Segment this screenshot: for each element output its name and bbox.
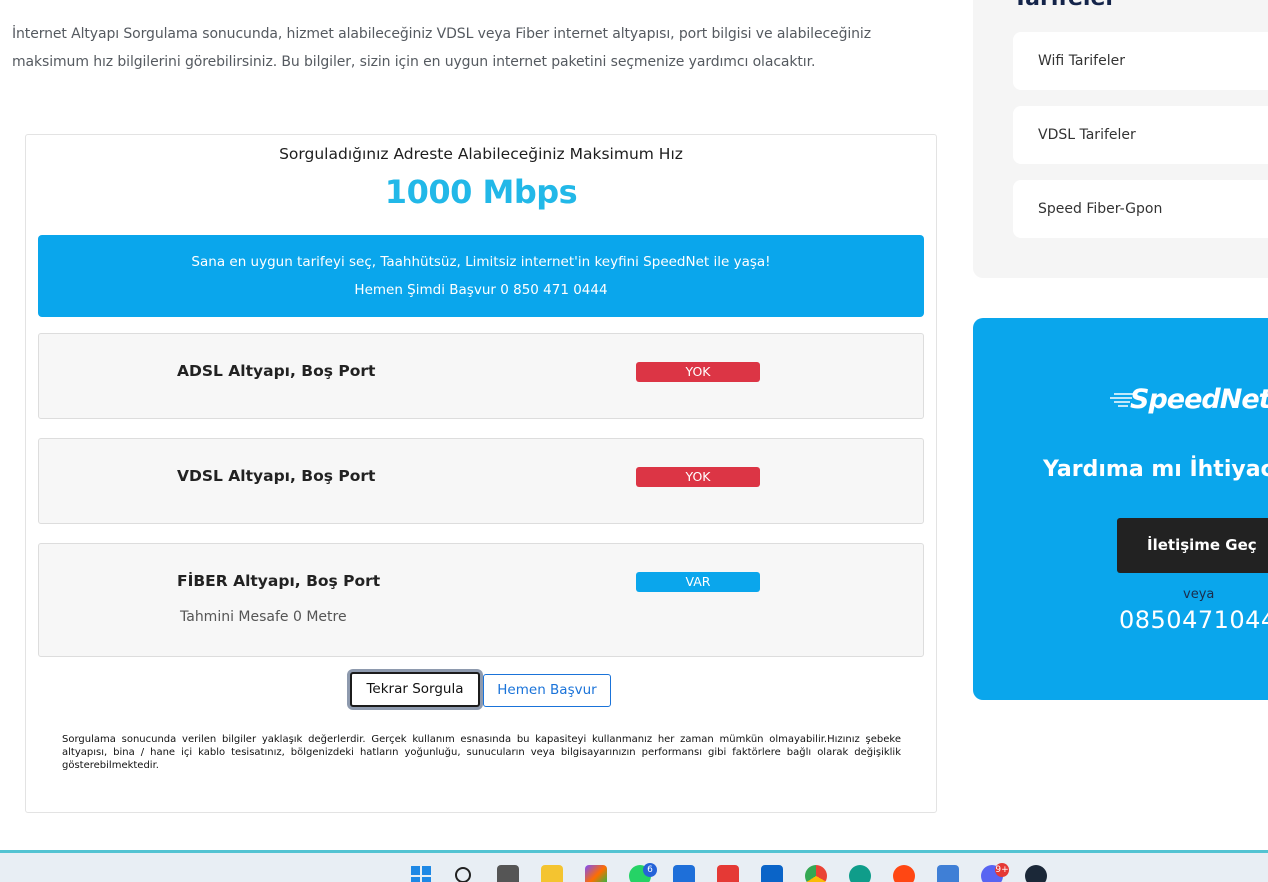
max-speed-value: 1000 Mbps xyxy=(384,173,578,211)
copilot-icon[interactable] xyxy=(585,865,607,882)
intro-line-1: İnternet Altyapı Sorgulama sonucunda, hi… xyxy=(12,26,871,42)
fiber-distance: Tahmini Mesafe 0 Metre xyxy=(180,609,347,625)
help-panel xyxy=(973,318,1268,700)
discord-badge: 9+ xyxy=(995,863,1009,877)
file-explorer-icon[interactable] xyxy=(541,865,563,882)
intro-text: İnternet Altyapı Sorgulama sonucunda, hi… xyxy=(12,20,912,76)
port-label-vdsl: VDSL Altyapı, Boş Port xyxy=(177,467,376,485)
chrome-icon[interactable] xyxy=(805,865,827,882)
store-icon[interactable] xyxy=(673,865,695,882)
search-icon[interactable] xyxy=(453,865,475,882)
status-badge-vdsl: YOK xyxy=(636,467,760,487)
whatsapp-badge: 6 xyxy=(643,863,657,877)
apply-now-button[interactable]: Hemen Başvur xyxy=(483,674,611,707)
max-speed-title: Sorguladığınız Adreste Alabileceğiniz Ma… xyxy=(279,145,683,163)
ea-icon[interactable] xyxy=(893,865,915,882)
port-row-vdsl: VDSL Altyapı, Boş Port YOK xyxy=(38,438,924,524)
windows-start-icon[interactable] xyxy=(410,865,432,882)
sidebar-item-vdsl[interactable]: VDSL Tarifeler xyxy=(1013,106,1268,164)
anydesk-icon[interactable] xyxy=(717,865,739,882)
sidebar-item-wifi[interactable]: Wifi Tarifeler xyxy=(1013,32,1268,90)
query-again-button[interactable]: Tekrar Sorgula xyxy=(350,672,480,707)
contact-button[interactable]: İletişime Geç xyxy=(1117,518,1268,573)
steam-icon[interactable] xyxy=(1025,865,1047,882)
outlook-icon[interactable] xyxy=(761,865,783,882)
status-badge-adsl: YOK xyxy=(636,362,760,382)
page: İnternet Altyapı Sorgulama sonucunda, hi… xyxy=(0,0,1268,882)
promo-line-1: Sana en uygun tarifeyi seç, Taahhütsüz, … xyxy=(191,254,771,270)
snipping-tool-icon[interactable] xyxy=(937,865,959,882)
port-label-fiber: FİBER Altyapı, Boş Port xyxy=(177,572,381,590)
promo-line-2: Hemen Şimdi Başvur 0 850 471 0444 xyxy=(354,282,608,298)
port-label-adsl: ADSL Altyapı, Boş Port xyxy=(177,362,376,380)
tariffs-heading: Tarifeler xyxy=(1013,0,1116,11)
speednet-logo: SpeedNet xyxy=(1130,384,1268,415)
task-view-icon[interactable] xyxy=(497,865,519,882)
intro-line-2: maksimum hız bilgilerini görebilirsiniz.… xyxy=(12,54,816,70)
or-text: veya xyxy=(1183,587,1215,602)
help-title: Yardıma mı İhtiyacınız xyxy=(1043,457,1268,482)
phone-number[interactable]: 08504710444 xyxy=(1119,606,1268,634)
port-row-fiber: FİBER Altyapı, Boş Port VAR Tahmini Mesa… xyxy=(38,543,924,657)
sidebar-item-fiber[interactable]: Speed Fiber-Gpon xyxy=(1013,180,1268,238)
taskbar: 6 9+ xyxy=(0,850,1268,882)
edge-icon[interactable] xyxy=(849,865,871,882)
result-card: Sorguladığınız Adreste Alabileceğiniz Ma… xyxy=(25,134,937,813)
promo-banner[interactable]: Sana en uygun tarifeyi seç, Taahhütsüz, … xyxy=(38,235,924,317)
disclaimer-text: Sorgulama sonucunda verilen bilgiler yak… xyxy=(62,734,901,771)
port-row-adsl: ADSL Altyapı, Boş Port YOK xyxy=(38,333,924,419)
status-badge-fiber: VAR xyxy=(636,572,760,592)
